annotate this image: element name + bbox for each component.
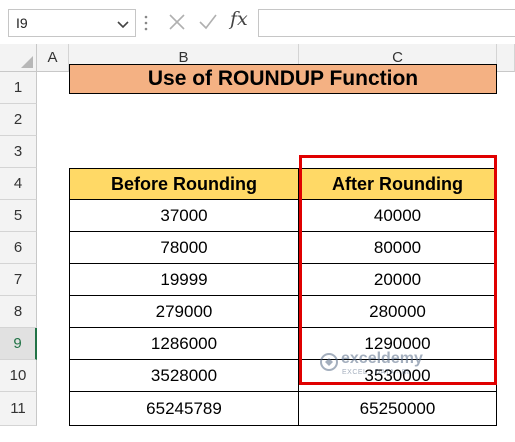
cell-after-6[interactable]: 80000 bbox=[299, 232, 497, 264]
cell-before-7[interactable]: 19999 bbox=[69, 264, 299, 296]
enter-check-icon[interactable] bbox=[198, 13, 218, 31]
row-header-7[interactable]: 7 bbox=[0, 264, 37, 296]
row-header-2[interactable]: 2 bbox=[0, 104, 37, 136]
cell-after-7[interactable]: 20000 bbox=[299, 264, 497, 296]
cell-after-8[interactable]: 280000 bbox=[299, 296, 497, 328]
exceldemy-logo-icon bbox=[320, 353, 338, 371]
cell-before-10[interactable]: 3528000 bbox=[69, 360, 299, 392]
row-header-1[interactable]: 1 bbox=[0, 72, 37, 104]
row-header-8[interactable]: 8 bbox=[0, 296, 37, 328]
formula-bar: I9 fx bbox=[0, 0, 515, 44]
insert-function-button[interactable]: fx bbox=[230, 8, 248, 30]
cell-before-5[interactable]: 37000 bbox=[69, 200, 299, 232]
header-after-rounding[interactable]: After Rounding bbox=[299, 168, 497, 200]
header-before-rounding[interactable]: Before Rounding bbox=[69, 168, 299, 200]
cancel-icon[interactable] bbox=[168, 13, 186, 31]
chevron-down-icon[interactable] bbox=[115, 16, 131, 32]
watermark-tagline: EXCEL · DATA · BI bbox=[342, 369, 410, 376]
row-header-5[interactable]: 5 bbox=[0, 200, 37, 232]
row-header-10[interactable]: 10 bbox=[0, 360, 37, 392]
watermark-name: exceldemy bbox=[341, 350, 423, 367]
column-header-a[interactable]: A bbox=[37, 44, 69, 72]
row-header-11[interactable]: 11 bbox=[0, 392, 37, 426]
name-box[interactable]: I9 bbox=[8, 9, 136, 37]
cell-before-11[interactable]: 65245789 bbox=[69, 392, 299, 426]
row-header-6[interactable]: 6 bbox=[0, 232, 37, 264]
cell-before-6[interactable]: 78000 bbox=[69, 232, 299, 264]
formula-input[interactable] bbox=[258, 9, 515, 37]
row-header-3[interactable]: 3 bbox=[0, 136, 37, 168]
name-box-value: I9 bbox=[16, 15, 28, 31]
cell-after-11[interactable]: 65250000 bbox=[299, 392, 497, 426]
title-cell[interactable]: Use of ROUNDUP Function bbox=[69, 64, 497, 94]
cell-before-8[interactable]: 279000 bbox=[69, 296, 299, 328]
cell-before-9[interactable]: 1286000 bbox=[69, 328, 299, 360]
cell-after-5[interactable]: 40000 bbox=[299, 200, 497, 232]
more-options-icon bbox=[144, 15, 148, 31]
column-header-blank[interactable] bbox=[497, 44, 515, 72]
row-header-4[interactable]: 4 bbox=[0, 168, 37, 200]
row-header-9[interactable]: 9 bbox=[0, 328, 37, 360]
select-all-button[interactable] bbox=[0, 44, 37, 72]
watermark: exceldemy EXCEL · DATA · BI bbox=[320, 350, 460, 380]
